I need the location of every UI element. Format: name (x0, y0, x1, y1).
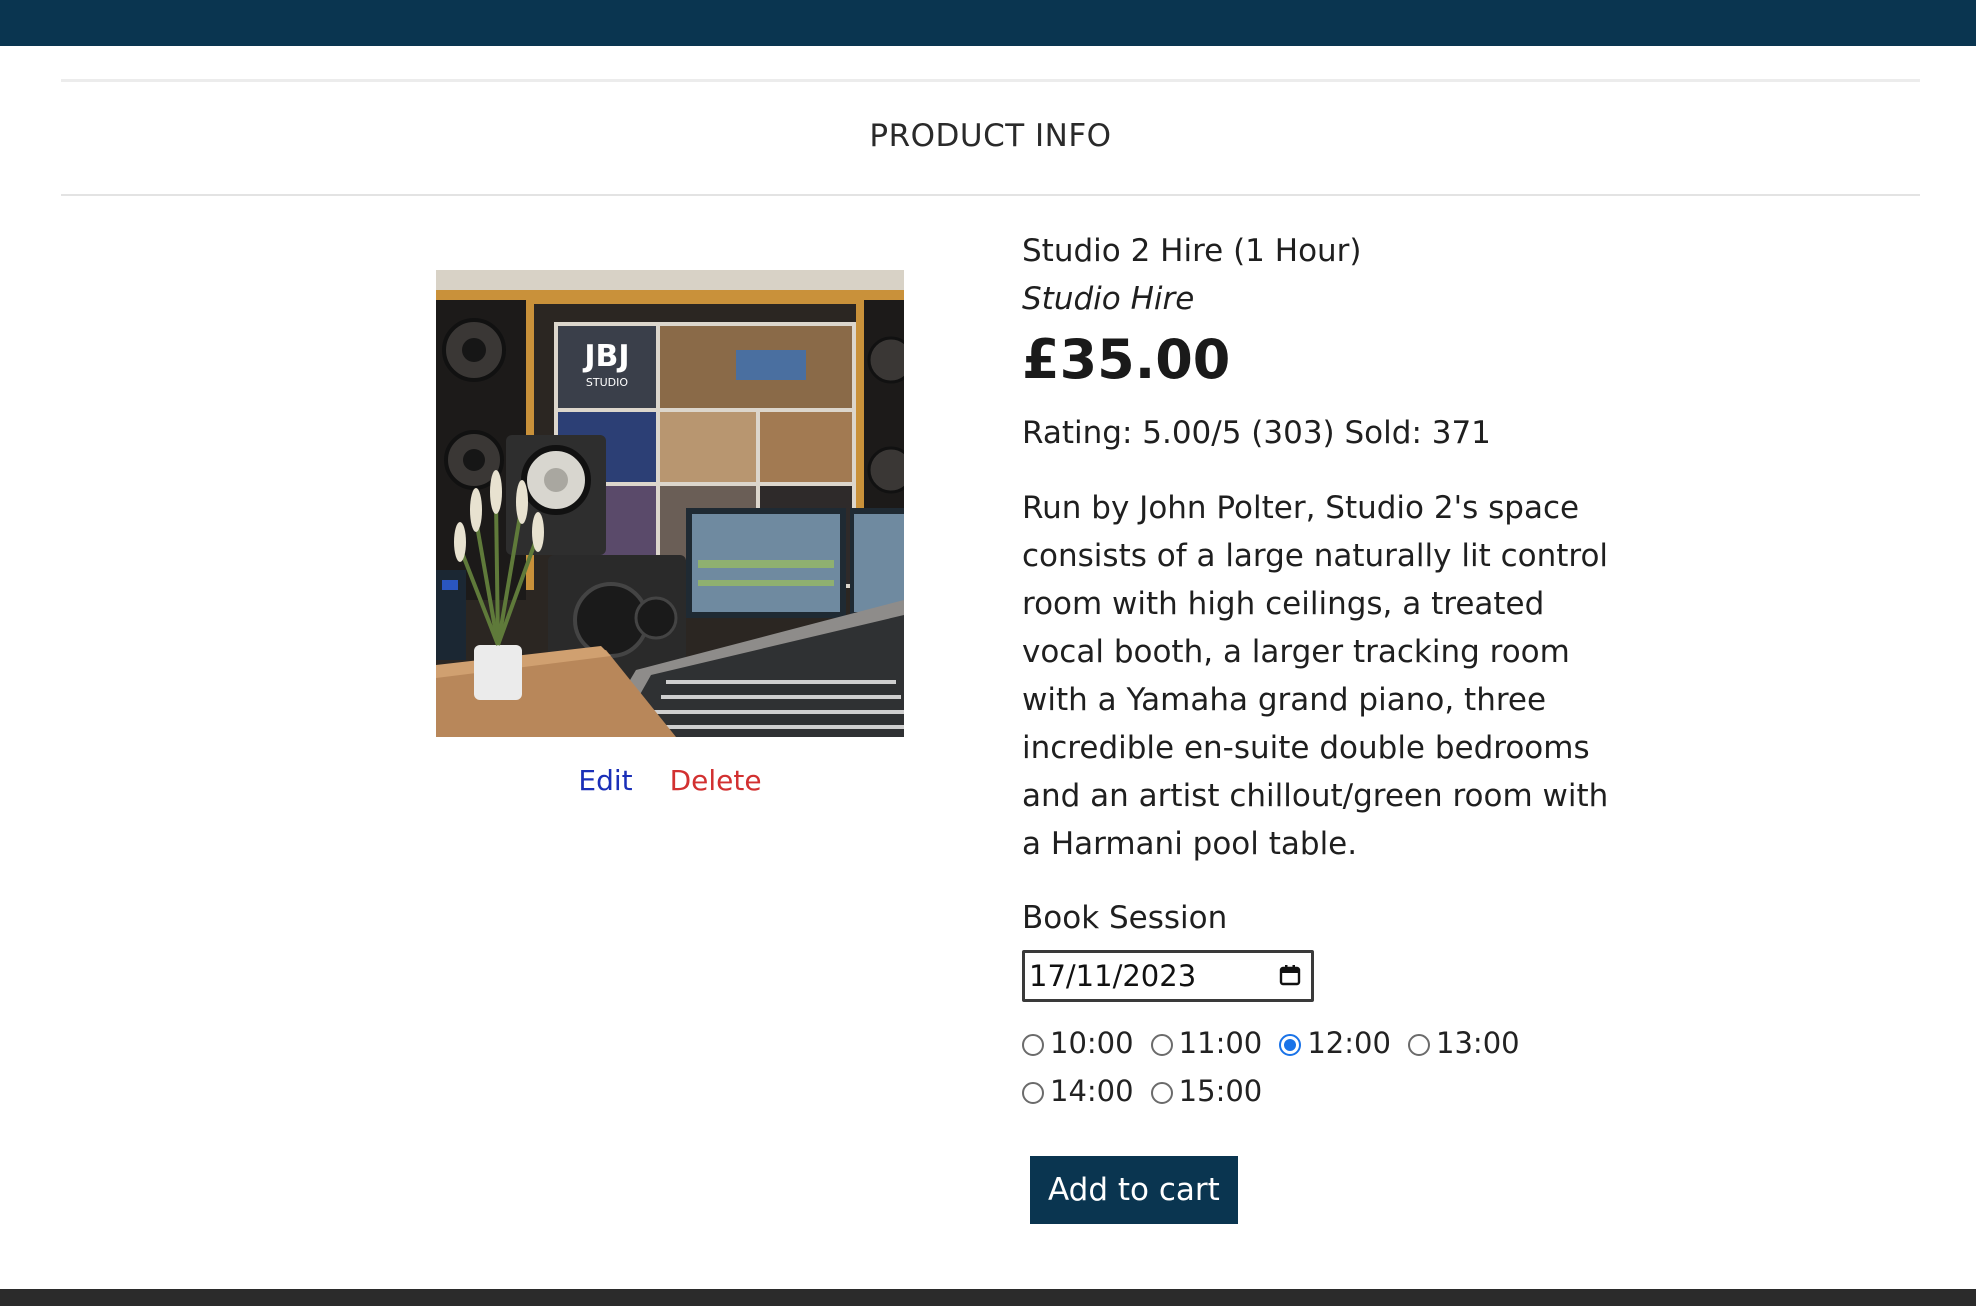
footer-bar (0, 1289, 1976, 1306)
product-description: Run by John Polter, Studio 2's space con… (1022, 490, 1609, 862)
radio-button[interactable] (1022, 1082, 1044, 1104)
product-details: Studio 2 Hire (1 Hour) Studio Hire £35.0… (1022, 230, 1622, 1224)
section-title: PRODUCT INFO (869, 118, 1112, 154)
time-slot-option[interactable]: 15:00 (1150, 1070, 1263, 1112)
divider-bottom (61, 194, 1920, 196)
time-slot-option[interactable]: 11:00 (1150, 1022, 1263, 1064)
session-date-value: 17/11/2023 (1029, 959, 1197, 993)
jbj-logo-sub: STUDIO (586, 376, 628, 389)
radio-button[interactable] (1279, 1034, 1302, 1056)
time-slot-options: 10:00 11:00 12:00 13:00 14:00 15:00 (1022, 1022, 1542, 1118)
radio-button[interactable] (1022, 1034, 1044, 1056)
delete-link[interactable]: Delete (670, 764, 762, 797)
time-slot-label: 11:00 (1178, 1026, 1263, 1060)
time-slot-label: 12:00 (1307, 1026, 1391, 1060)
time-slot-label: 13:00 (1436, 1026, 1520, 1060)
product-image: JBJ STUDIO (436, 270, 904, 737)
divider-top (61, 79, 1920, 82)
admin-links: Edit Delete (436, 764, 904, 797)
time-slot-label: 15:00 (1178, 1074, 1263, 1108)
radio-button[interactable] (1150, 1034, 1173, 1056)
product-rating-sold: Rating: 5.00/5 (303) Sold: 371 (1022, 415, 1491, 451)
top-navbar (0, 0, 1976, 46)
time-slot-option[interactable]: 12:00 (1279, 1022, 1391, 1064)
jbj-logo-text: JBJ (582, 339, 629, 374)
book-session-label: Book Session (1022, 900, 1228, 936)
product-category: Studio Hire (1022, 281, 1195, 317)
product-price: £35.00 (1022, 328, 1231, 391)
radio-button[interactable] (1150, 1082, 1173, 1104)
time-slot-label: 10:00 (1050, 1026, 1134, 1060)
calendar-icon[interactable] (1279, 964, 1301, 986)
time-slot-label: 14:00 (1050, 1074, 1134, 1108)
session-date-input[interactable]: 17/11/2023 (1022, 950, 1314, 1002)
edit-link[interactable]: Edit (578, 764, 632, 797)
time-slot-option[interactable]: 10:00 (1022, 1022, 1134, 1064)
radio-button[interactable] (1408, 1034, 1431, 1056)
time-slot-option[interactable]: 13:00 (1408, 1022, 1520, 1064)
product-name: Studio 2 Hire (1 Hour) (1022, 233, 1362, 269)
add-to-cart-button[interactable]: Add to cart (1030, 1156, 1238, 1224)
time-slot-option[interactable]: 14:00 (1022, 1070, 1134, 1112)
